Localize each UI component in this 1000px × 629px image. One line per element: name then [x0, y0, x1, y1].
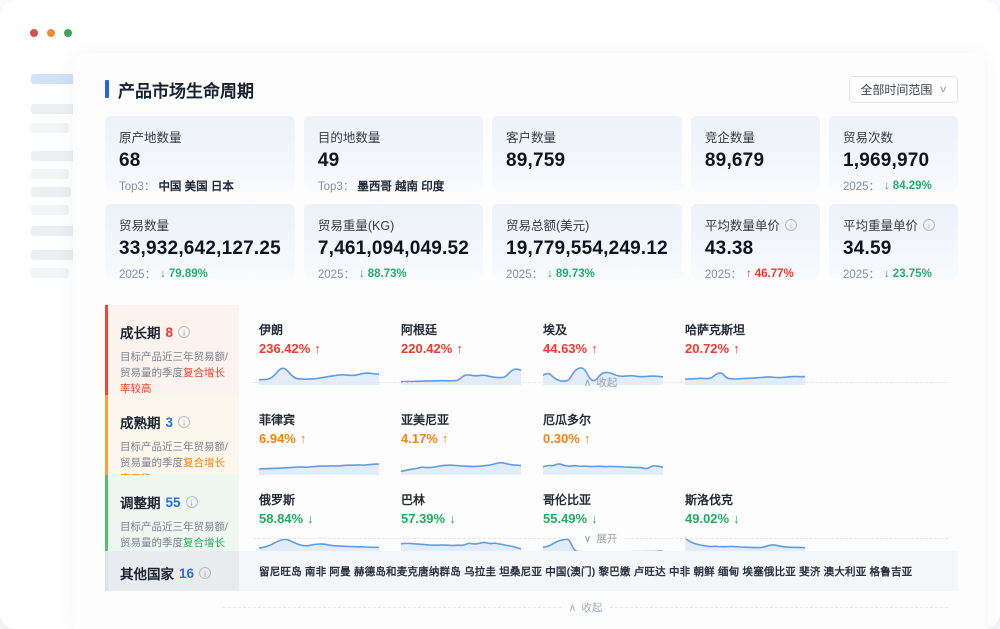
stat-card-avg-weight-price: 平均重量单价i 34.59 2025：↓23.75% [829, 204, 958, 279]
arrow-up-icon: ↑ [442, 431, 449, 446]
panel-header: 产品市场生命周期 全部时间范围 ∨ [105, 53, 958, 104]
arrow-down-icon: ↓ [449, 511, 456, 526]
arrow-up-icon: ↑ [584, 431, 591, 446]
stage-count: 16 [179, 566, 194, 581]
stage-row-maturity: 成熟期 3 i 目标产品近三年贸易额/贸易量的季度复合增长率平稳 菲律宾 6.9… [105, 395, 958, 475]
sidebar-item[interactable] [31, 187, 71, 197]
chevron-up-icon: ∧ [584, 377, 592, 389]
arrow-down-icon: ↓ [359, 268, 365, 280]
arrow-down-icon: ↓ [160, 268, 166, 280]
time-range-dropdown[interactable]: 全部时间范围 ∨ [849, 76, 958, 103]
sidebar-item[interactable] [31, 226, 77, 236]
arrow-down-icon: ↓ [547, 268, 553, 280]
app-window: 产品市场生命周期 全部时间范围 ∨ 原产地数量 68 Top3：中国 美国 日本… [0, 0, 1000, 629]
other-countries-list[interactable]: 留尼旺岛 南非 阿曼 赫德岛和麦克唐纳群岛 乌拉圭 坦桑尼亚 中国(澳门) 黎巴… [239, 551, 958, 591]
sidebar-item-active[interactable] [31, 74, 77, 84]
stat-card-competitor-count: 竞企数量 89,679 [691, 116, 820, 191]
stat-card-origin-count: 原产地数量 68 Top3：中国 美国 日本 [105, 116, 295, 191]
arrow-up-icon: ↑ [456, 341, 463, 356]
time-range-value: 全部时间范围 [860, 81, 932, 98]
country-trend-armenia[interactable]: 亚美尼亚 4.17%↑ [401, 411, 543, 475]
arrow-down-icon: ↓ [591, 511, 598, 526]
sparkline-chart [401, 448, 521, 475]
expand-divider: ∨展开 [253, 531, 948, 546]
info-icon[interactable]: i [199, 567, 211, 579]
stage-row-adjustment: 调整期 55 i 目标产品近三年贸易额/贸易量的季度复合增长率呈负 俄罗斯 58… [105, 475, 958, 551]
stat-card-trade-quantity: 贸易数量 33,932,642,127.25 2025：↓79.89% [105, 204, 295, 279]
collapse-divider-bottom: ∧收起 [223, 600, 948, 615]
stat-card-trade-weight: 贸易重量(KG) 7,461,094,049.52 2025：↓88.73% [304, 204, 483, 279]
lifecycle-section: 成长期 8 i 目标产品近三年贸易额/贸易量的季度复合增长率较高 伊朗 236.… [105, 305, 958, 615]
stage-row-growth: 成长期 8 i 目标产品近三年贸易额/贸易量的季度复合增长率较高 伊朗 236.… [105, 305, 958, 395]
arrow-down-icon: ↓ [884, 180, 890, 192]
stage-count: 55 [166, 495, 181, 510]
sidebar-item[interactable] [31, 250, 77, 260]
country-trend-philippines[interactable]: 菲律宾 6.94%↑ [259, 411, 401, 475]
window-minimize-button[interactable] [47, 29, 55, 37]
stat-card-trade-times: 贸易次数 1,969,970 2025：↓84.29% [829, 116, 958, 191]
stage-label-growth: 成长期 8 i 目标产品近三年贸易额/贸易量的季度复合增长率较高 [105, 305, 239, 395]
info-icon[interactable]: i [178, 416, 190, 428]
stage-label-adjustment: 调整期 55 i 目标产品近三年贸易额/贸易量的季度复合增长率呈负 [105, 475, 239, 551]
sidebar-item[interactable] [31, 205, 69, 215]
info-icon[interactable]: i [785, 219, 797, 231]
title-accent-bar [105, 80, 109, 98]
arrow-down-icon: ↓ [733, 511, 740, 526]
info-icon[interactable]: i [186, 496, 198, 508]
collapse-divider: ∧收起 [253, 375, 948, 390]
arrow-up-icon: ↑ [733, 341, 740, 356]
info-icon[interactable]: i [178, 326, 190, 338]
stat-card-destination-count: 目的地数量 49 Top3：墨西哥 越南 印度 [304, 116, 483, 191]
stage-row-others: 其他国家 16 i 留尼旺岛 南非 阿曼 赫德岛和麦克唐纳群岛 乌拉圭 坦桑尼亚… [105, 551, 958, 591]
expand-toggle[interactable]: ∨展开 [576, 531, 626, 546]
sidebar-item[interactable] [31, 268, 69, 278]
collapse-toggle[interactable]: ∧收起 [576, 375, 626, 390]
dashboard-panel: 产品市场生命周期 全部时间范围 ∨ 原产地数量 68 Top3：中国 美国 日本… [73, 53, 985, 629]
country-trend-ecuador[interactable]: 厄瓜多尔 0.30%↑ [543, 411, 685, 475]
stat-card-avg-quantity-price: 平均数量单价i 43.38 2025：↑46.77% [691, 204, 820, 279]
collapse-toggle[interactable]: ∧收起 [561, 600, 611, 615]
chevron-down-icon: ∨ [584, 533, 592, 545]
stage-count: 3 [166, 415, 174, 430]
stats-grid: 原产地数量 68 Top3：中国 美国 日本 目的地数量 49 Top3：墨西哥… [105, 116, 958, 279]
arrow-up-icon: ↑ [591, 341, 598, 356]
stat-card-customer-count: 客户数量 89,759 [492, 116, 682, 191]
sparkline-chart [259, 448, 379, 475]
arrow-up-icon: ↑ [300, 431, 307, 446]
page-title: 产品市场生命周期 [105, 77, 254, 102]
sparkline-chart [543, 448, 663, 475]
info-icon[interactable]: i [923, 219, 935, 231]
arrow-down-icon: ↓ [307, 511, 314, 526]
stage-label-maturity: 成熟期 3 i 目标产品近三年贸易额/贸易量的季度复合增长率平稳 [105, 395, 239, 475]
chevron-up-icon: ∧ [569, 602, 577, 614]
arrow-up-icon: ↑ [314, 341, 321, 356]
page-title-text: 产品市场生命周期 [118, 77, 254, 102]
stage-charts-maturity: 菲律宾 6.94%↑ 亚美尼亚 4.17%↑ 厄瓜多尔 0.30%↑ [239, 395, 958, 475]
stage-label-others: 其他国家 16 i [105, 551, 239, 591]
arrow-up-icon: ↑ [746, 268, 752, 280]
chevron-down-icon: ∨ [939, 84, 948, 95]
window-controls [30, 29, 72, 37]
sidebar-item[interactable] [31, 104, 77, 114]
sidebar-item[interactable] [31, 169, 69, 179]
window-close-button[interactable] [30, 29, 38, 37]
sidebar-item[interactable] [31, 151, 77, 161]
arrow-down-icon: ↓ [884, 268, 890, 280]
sidebar-item[interactable] [31, 123, 69, 133]
stage-count: 8 [166, 325, 174, 340]
stat-card-trade-total: 贸易总额(美元) 19,779,554,249.12 2025：↓89.73% [492, 204, 682, 279]
window-zoom-button[interactable] [64, 29, 72, 37]
